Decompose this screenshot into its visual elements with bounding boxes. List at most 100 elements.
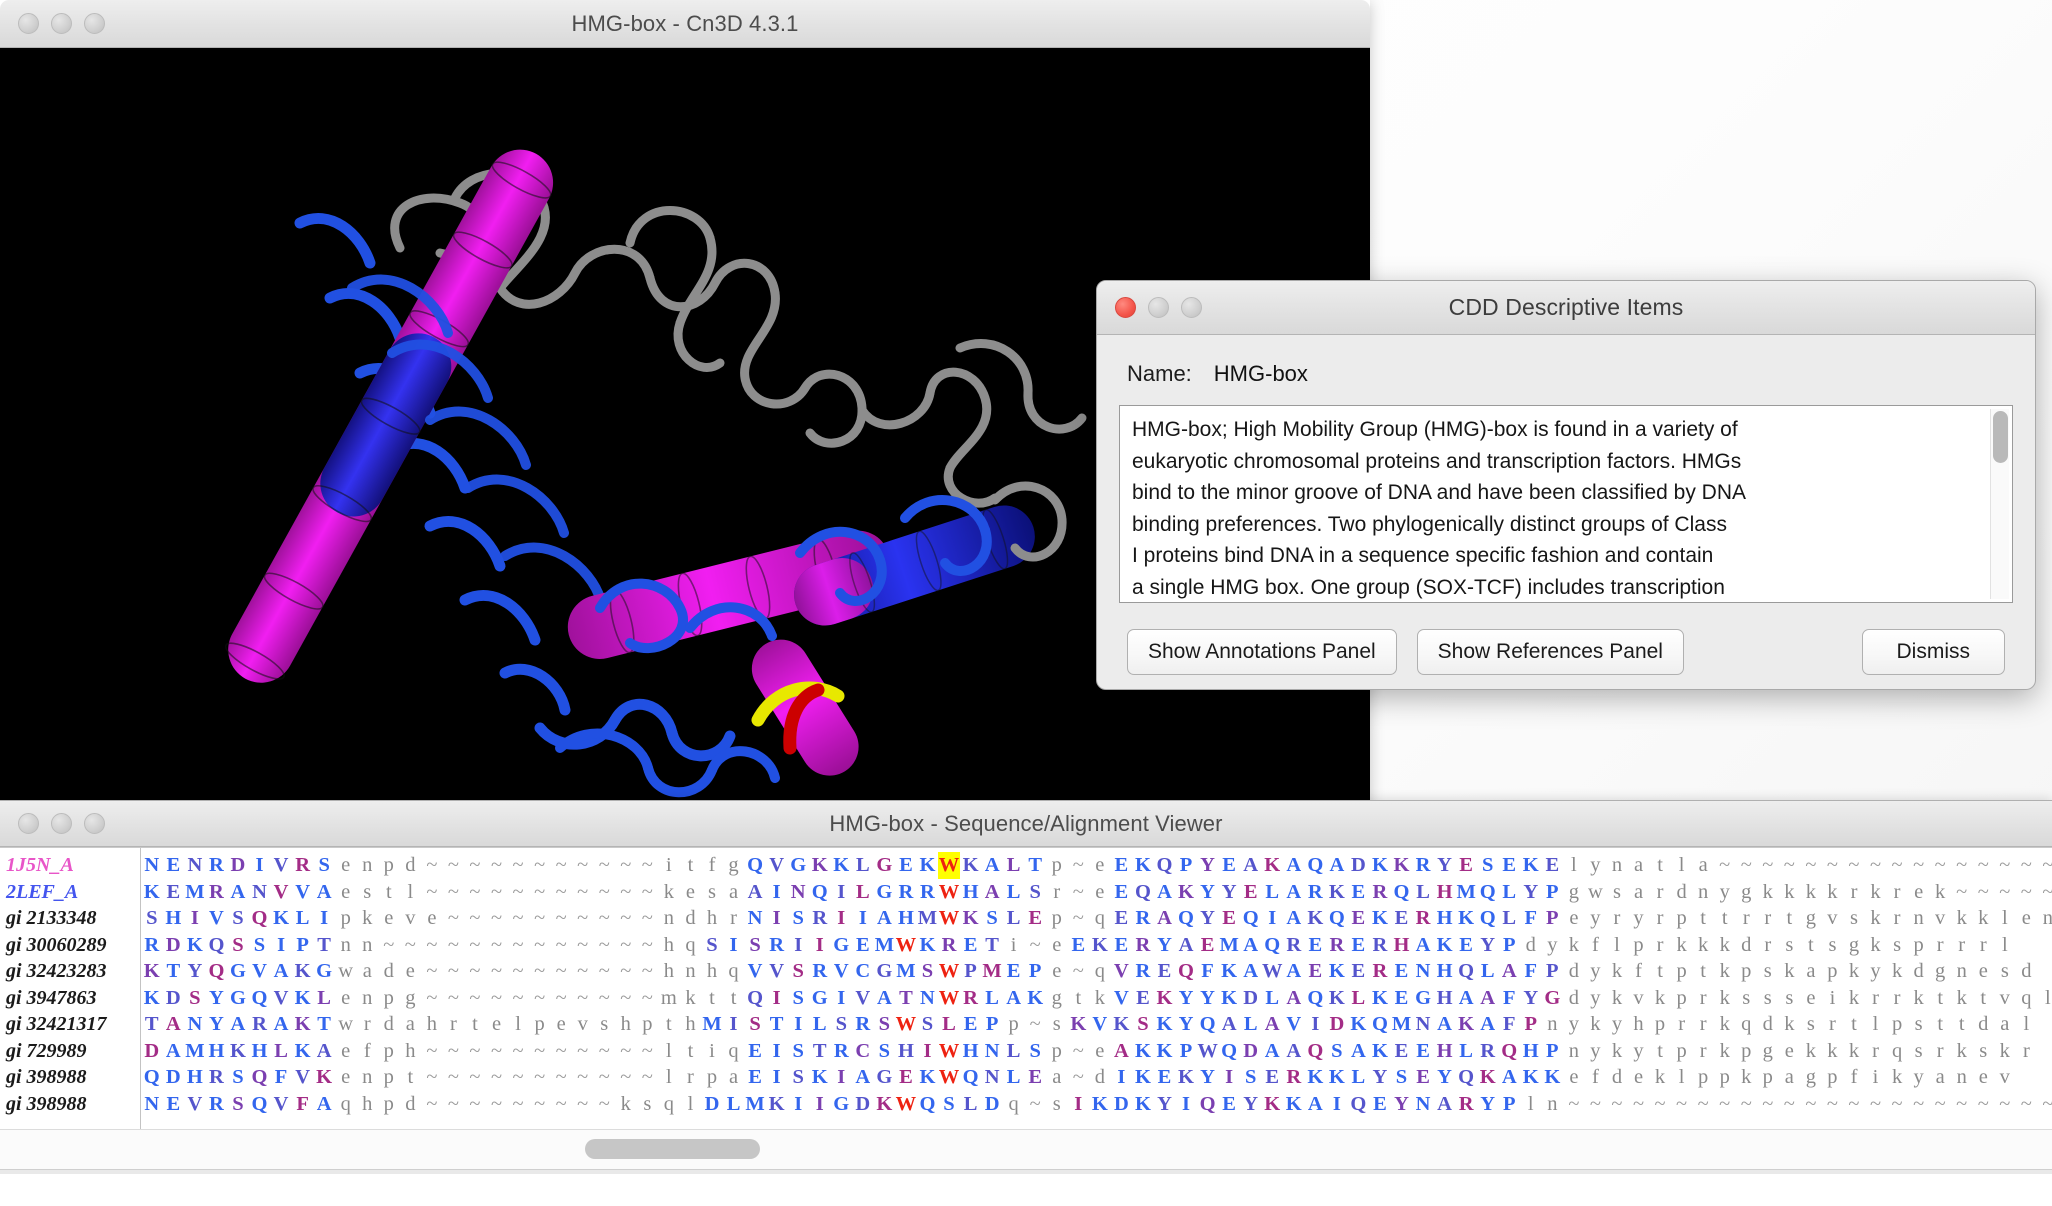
residue[interactable]: l bbox=[1994, 932, 2016, 959]
residue[interactable]: K bbox=[1111, 1011, 1133, 1038]
residue[interactable]: V bbox=[249, 958, 271, 985]
sequence-row-label[interactable]: gi 398988 bbox=[0, 1091, 140, 1118]
residue[interactable]: E bbox=[744, 1064, 766, 1091]
residue[interactable]: y bbox=[1628, 1038, 1650, 1065]
residue[interactable]: ~ bbox=[1822, 1091, 1844, 1118]
residue[interactable]: p bbox=[1003, 1011, 1025, 1038]
residue[interactable]: ~ bbox=[1628, 1091, 1650, 1118]
residue[interactable]: e bbox=[378, 905, 400, 932]
sequence-row-label[interactable]: gi 2133348 bbox=[0, 905, 140, 932]
sequence-residue-area[interactable]: N E N R D I V R Se n p d ~ ~ ~ ~ ~ ~ ~ ~ ~ ~ ~ i t f g Q V G K K L G E K W K A… bbox=[141, 848, 2052, 1129]
residue[interactable]: E bbox=[1111, 905, 1133, 932]
residue[interactable]: E bbox=[1542, 852, 1564, 879]
residue[interactable]: t bbox=[464, 1011, 486, 1038]
residue[interactable]: n bbox=[1951, 958, 1973, 985]
residue[interactable]: Y bbox=[1391, 1091, 1413, 1118]
residue[interactable]: I bbox=[831, 985, 853, 1012]
close-button-icon[interactable] bbox=[1115, 297, 1136, 318]
residue[interactable]: ~ bbox=[1024, 1091, 1046, 1118]
residue[interactable]: g bbox=[1046, 985, 1068, 1012]
residue[interactable]: y bbox=[1585, 985, 1607, 1012]
residue[interactable]: ~ bbox=[421, 852, 443, 879]
residue[interactable]: ~ bbox=[1822, 852, 1844, 879]
residue[interactable]: V bbox=[206, 905, 228, 932]
residue[interactable]: ~ bbox=[550, 958, 572, 985]
residue[interactable]: ~ bbox=[637, 852, 659, 879]
residue[interactable]: p bbox=[335, 905, 357, 932]
residue[interactable]: A bbox=[852, 1064, 874, 1091]
residue[interactable]: G bbox=[874, 1064, 896, 1091]
residue[interactable]: t bbox=[680, 1038, 702, 1065]
residue[interactable]: e bbox=[1046, 932, 1068, 959]
residue[interactable]: A bbox=[1283, 1038, 1305, 1065]
residue[interactable]: A bbox=[1240, 852, 1262, 879]
residue[interactable]: L bbox=[1003, 905, 1025, 932]
residue[interactable]: D bbox=[701, 1091, 723, 1118]
residue[interactable]: R bbox=[206, 1064, 228, 1091]
residue[interactable]: K bbox=[292, 1038, 314, 1065]
residue[interactable]: L bbox=[1003, 879, 1025, 906]
residue[interactable]: y bbox=[1628, 905, 1650, 932]
residue[interactable]: K bbox=[1369, 852, 1391, 879]
residue[interactable]: K bbox=[917, 932, 939, 959]
residue[interactable]: ~ bbox=[593, 852, 615, 879]
residue[interactable]: ~ bbox=[1972, 852, 1994, 879]
residue[interactable]: ~ bbox=[637, 985, 659, 1012]
residue[interactable]: F bbox=[1498, 1011, 1520, 1038]
residue[interactable]: N bbox=[744, 905, 766, 932]
residue[interactable]: p bbox=[378, 985, 400, 1012]
residue[interactable]: d bbox=[378, 958, 400, 985]
residue[interactable]: P bbox=[1024, 958, 1046, 985]
residue[interactable]: y bbox=[1585, 852, 1607, 879]
residue[interactable]: V bbox=[292, 1064, 314, 1091]
residue[interactable]: K bbox=[1154, 1038, 1176, 1065]
residue[interactable]: h bbox=[701, 958, 723, 985]
residue[interactable]: H bbox=[1434, 958, 1456, 985]
close-button-icon[interactable] bbox=[18, 813, 39, 834]
residue[interactable]: q bbox=[2016, 985, 2038, 1012]
residue[interactable]: E bbox=[1111, 852, 1133, 879]
residue[interactable]: t bbox=[1779, 905, 1801, 932]
residue[interactable]: S bbox=[227, 1091, 249, 1118]
residue[interactable]: I bbox=[766, 1038, 788, 1065]
residue[interactable]: g bbox=[400, 985, 422, 1012]
residue[interactable]: ~ bbox=[421, 1064, 443, 1091]
residue[interactable]: ~ bbox=[486, 852, 508, 879]
residue[interactable]: r bbox=[1757, 905, 1779, 932]
residue[interactable]: S bbox=[917, 958, 939, 985]
residue[interactable]: ~ bbox=[464, 1038, 486, 1065]
residue[interactable]: ~ bbox=[507, 932, 529, 959]
residue[interactable]: S bbox=[787, 905, 809, 932]
residue[interactable]: G bbox=[787, 852, 809, 879]
residue[interactable]: V bbox=[292, 879, 314, 906]
residue[interactable]: e bbox=[400, 958, 422, 985]
residue[interactable]: g bbox=[1735, 879, 1757, 906]
residue[interactable]: I bbox=[831, 905, 853, 932]
residue[interactable]: A bbox=[1240, 958, 1262, 985]
residue[interactable]: ~ bbox=[443, 932, 465, 959]
residue[interactable]: t bbox=[680, 852, 702, 879]
residue[interactable]: k bbox=[1585, 1011, 1607, 1038]
residue[interactable]: S bbox=[787, 985, 809, 1012]
residue[interactable]: H bbox=[1520, 1038, 1542, 1065]
residue[interactable]: p bbox=[1671, 958, 1693, 985]
residue[interactable]: k bbox=[1757, 879, 1779, 906]
residue[interactable]: r bbox=[1951, 932, 1973, 959]
residue[interactable]: K bbox=[227, 1038, 249, 1065]
residue[interactable]: R bbox=[831, 1038, 853, 1065]
residue[interactable]: E bbox=[1218, 905, 1240, 932]
residue[interactable]: S bbox=[787, 1064, 809, 1091]
residue[interactable]: k bbox=[1735, 1064, 1757, 1091]
residue[interactable]: V bbox=[1283, 1011, 1305, 1038]
residue[interactable]: n bbox=[1542, 1011, 1564, 1038]
residue[interactable]: A bbox=[1498, 1064, 1520, 1091]
residue[interactable]: ~ bbox=[1757, 852, 1779, 879]
residue[interactable]: g bbox=[1563, 879, 1585, 906]
residue[interactable]: ~ bbox=[529, 985, 551, 1012]
residue[interactable]: d bbox=[1089, 1064, 1111, 1091]
residue[interactable]: ~ bbox=[550, 879, 572, 906]
minimize-button-icon[interactable] bbox=[51, 13, 72, 34]
residue[interactable]: Y bbox=[1154, 932, 1176, 959]
residue[interactable]: ~ bbox=[421, 879, 443, 906]
close-button-icon[interactable] bbox=[18, 13, 39, 34]
